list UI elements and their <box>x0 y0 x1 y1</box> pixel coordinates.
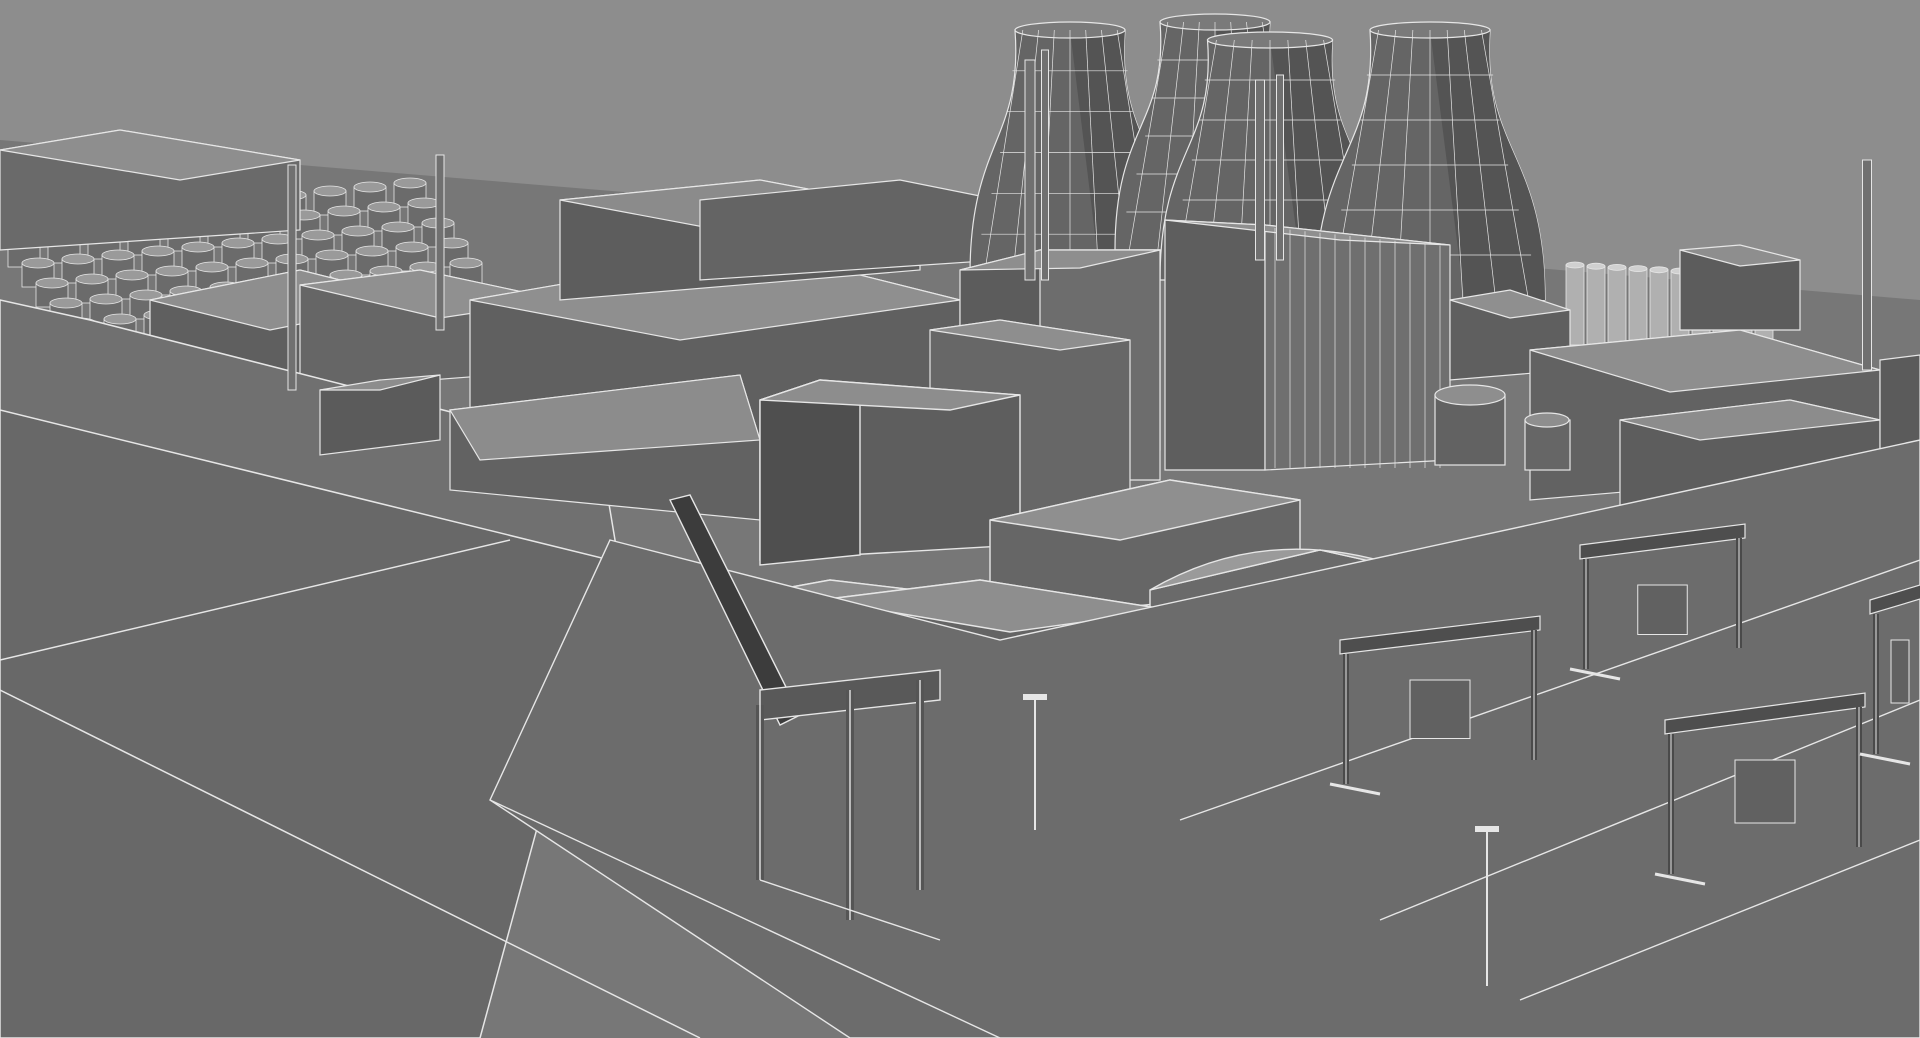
storage-tank-roof <box>35 277 69 289</box>
silo <box>1628 268 1648 350</box>
silo <box>1586 265 1606 347</box>
storage-tank-roof <box>353 181 387 193</box>
storage-tank-roof <box>101 249 135 261</box>
storage-tank-roof <box>393 177 427 189</box>
light-pole-head <box>1475 826 1499 832</box>
silo-top <box>1607 263 1627 271</box>
storage-tank-roof <box>367 201 401 213</box>
storage-tank-roof <box>21 257 55 269</box>
storage-tank-roof <box>381 221 415 233</box>
storage-tank-roof <box>313 185 347 197</box>
storage-tank-roof <box>103 313 137 325</box>
storage-tank-roof <box>49 297 83 309</box>
storage-tank-roof <box>341 225 375 237</box>
chimney <box>287 164 297 391</box>
storage-tank-roof <box>155 265 189 277</box>
storage-tank-roof <box>61 253 95 265</box>
storage-tank-roof <box>221 237 255 249</box>
storage-tank-roof <box>327 205 361 217</box>
storage-tank-roof <box>89 293 123 305</box>
storage-tank-roof <box>395 241 429 253</box>
silo-top <box>1649 266 1669 274</box>
storage-tank-roof <box>315 249 349 261</box>
storage-tank-roof <box>235 257 269 269</box>
industrial-scene-render <box>0 0 1920 1038</box>
chimney <box>1041 49 1049 281</box>
storage-tank-roof <box>355 245 389 257</box>
storage-tank-roof <box>301 229 335 241</box>
storage-tank-roof <box>181 241 215 253</box>
container-stack <box>1890 639 1910 704</box>
storage-tank-roof <box>449 257 483 269</box>
silo <box>1607 266 1627 348</box>
silo-top <box>1586 262 1606 270</box>
storage-tank-roof <box>195 261 229 273</box>
silo-top <box>1628 265 1648 273</box>
chimney <box>1024 59 1036 281</box>
storage-tank-roof <box>115 269 149 281</box>
chimney <box>1276 74 1284 261</box>
chimney <box>1862 159 1872 371</box>
chimney <box>1255 79 1265 261</box>
storage-tank-roof <box>407 197 441 209</box>
container-stack <box>1409 679 1471 739</box>
boiler-hall-right <box>1164 219 1451 471</box>
silo-top <box>1565 261 1585 269</box>
container-stack <box>1734 759 1796 824</box>
light-pole-head <box>1023 694 1047 700</box>
container-stack <box>1637 584 1688 635</box>
storage-tank-roof <box>75 273 109 285</box>
storage-tank-roof <box>141 245 175 257</box>
chimney <box>435 154 445 331</box>
viewport <box>0 0 1920 1038</box>
